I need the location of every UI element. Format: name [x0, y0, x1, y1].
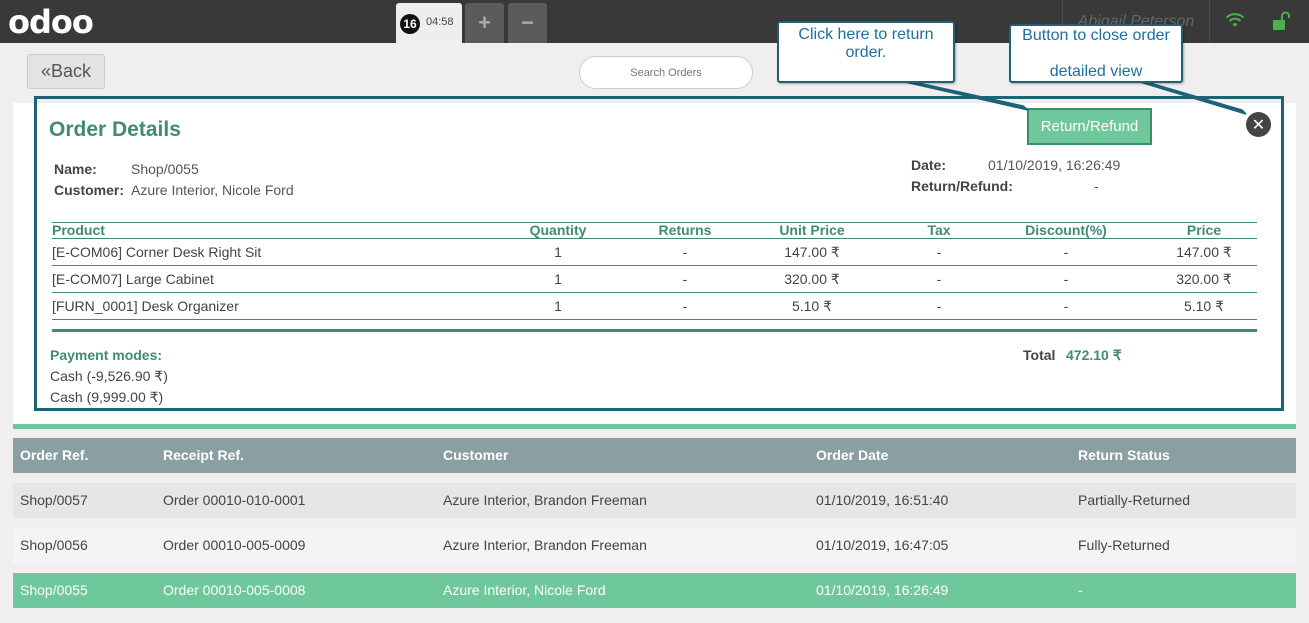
close-tooltip: Button to close order detailed view [1009, 24, 1183, 83]
close-tooltip-line: Button to close order [1022, 27, 1170, 44]
table-row[interactable]: Shop/0057 Order 00010-010-0001 Azure Int… [13, 483, 1296, 518]
order-tab[interactable]: 16 04:58 [396, 3, 462, 43]
lock-icon[interactable] [1272, 11, 1290, 31]
remove-order-button[interactable]: − [508, 3, 547, 43]
column-header: Customer [443, 447, 509, 463]
receipt-ref-cell: Order 00010-005-0009 [163, 537, 306, 553]
order-number-badge: 16 [400, 14, 420, 34]
column-header: Receipt Ref. [163, 447, 244, 463]
order-time: 04:58 [426, 16, 454, 28]
customer-cell: Azure Interior, Brandon Freeman [443, 492, 647, 508]
order-date-cell: 01/10/2019, 16:47:05 [816, 537, 949, 553]
orders-table: Order Ref. Receipt Ref. Customer Order D… [13, 438, 1296, 608]
add-order-button[interactable]: + [465, 3, 504, 43]
customer-cell: Azure Interior, Brandon Freeman [443, 537, 647, 553]
odoo-logo: odoo [8, 3, 94, 41]
wifi-icon[interactable] [1225, 12, 1245, 28]
close-tooltip-line: detailed view [1049, 63, 1143, 80]
return-status-cell: - [1078, 582, 1083, 598]
column-header: Order Ref. [20, 447, 89, 463]
customer-cell: Azure Interior, Nicole Ford [443, 582, 606, 598]
order-ref-cell: Shop/0055 [20, 582, 88, 598]
return-tooltip: Click here to return order. [777, 21, 955, 83]
orders-table-header: Order Ref. Receipt Ref. Customer Order D… [13, 438, 1296, 473]
receipt-ref-cell: Order 00010-005-0008 [163, 582, 306, 598]
order-date-cell: 01/10/2019, 16:51:40 [816, 492, 949, 508]
return-status-cell: Fully-Returned [1078, 537, 1170, 553]
search-input[interactable] [579, 56, 753, 89]
double-chevron-left-icon: « [40, 61, 51, 81]
table-row-selected[interactable]: Shop/0055 Order 00010-005-0008 Azure Int… [13, 573, 1296, 608]
back-button[interactable]: «Back [27, 54, 105, 89]
panel-highlight-frame [34, 96, 1284, 411]
return-status-cell: Partially-Returned [1078, 492, 1191, 508]
order-ref-cell: Shop/0056 [20, 537, 88, 553]
order-ref-cell: Shop/0057 [20, 492, 88, 508]
order-date-cell: 01/10/2019, 16:26:49 [816, 582, 949, 598]
column-header: Order Date [816, 447, 889, 463]
table-row[interactable]: Shop/0056 Order 00010-005-0009 Azure Int… [13, 528, 1296, 563]
back-button-label: Back [50, 61, 92, 81]
receipt-ref-cell: Order 00010-010-0001 [163, 492, 306, 508]
column-header: Return Status [1078, 447, 1170, 463]
panel-divider [13, 424, 1296, 429]
